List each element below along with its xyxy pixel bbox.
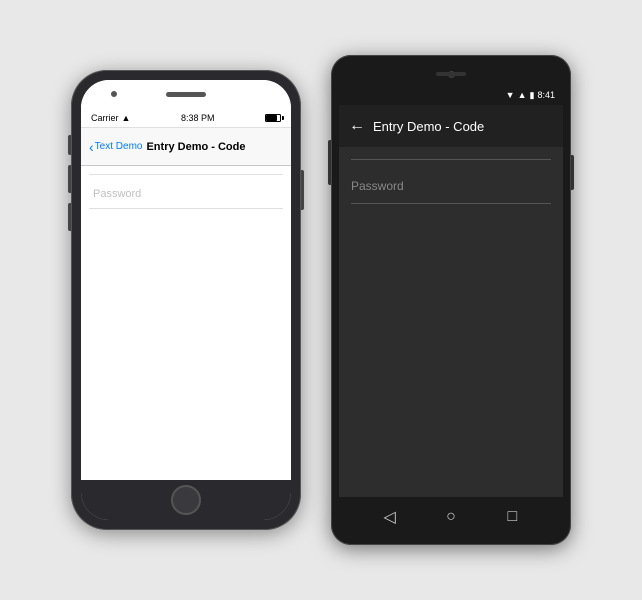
android-recent-nav-button[interactable]: □ [497,502,527,532]
ios-chevron-left-icon: ‹ [89,140,94,154]
android-top-divider [351,159,551,160]
ios-speaker [166,92,206,97]
ios-top-divider [89,174,283,175]
android-signal-icon: ▲ [518,90,527,100]
android-back-nav-button[interactable]: ◁ [375,502,405,532]
android-wifi-icon: ▼ [506,90,515,100]
ios-status-bar: Carrier ▲ 8:38 PM [81,108,291,128]
ios-nav-title: Entry Demo - Code [146,141,245,153]
android-battery-icon: ▮ [530,90,535,101]
android-home-nav-button[interactable]: ○ [436,502,466,532]
ios-wifi-icon: ▲ [122,113,131,123]
android-app-bar: ← Entry Demo - Code [339,105,563,147]
android-screen: ▼ ▲ ▮ 8:41 ← Entry Demo - Code Password … [339,63,563,537]
android-bottom-nav: ◁ ○ □ [339,497,563,537]
ios-password-placeholder: Password [93,188,141,200]
android-power-button[interactable] [571,155,574,190]
ios-status-left: Carrier ▲ [91,113,130,123]
android-volume-button[interactable] [328,140,331,185]
android-app-title: Entry Demo - Code [373,119,484,134]
android-password-field[interactable]: Password [351,168,551,204]
android-status-icons: ▼ ▲ ▮ 8:41 [506,90,555,101]
android-content: Password [339,147,563,497]
ios-carrier-label: Carrier [91,113,119,123]
ios-volume-up-button[interactable] [68,165,71,193]
ios-back-link-label[interactable]: Text Demo [95,141,143,152]
android-status-bar: ▼ ▲ ▮ 8:41 [339,85,563,105]
ios-volume-down-button[interactable] [68,203,71,231]
ios-time-label: 8:38 PM [181,113,215,123]
ios-back-button[interactable]: ‹ Text Demo [89,140,142,154]
ios-power-button[interactable] [301,170,304,210]
android-back-button[interactable]: ← [349,118,365,134]
ios-top-bar [81,80,291,108]
android-top-area [339,63,563,85]
android-phone: ▼ ▲ ▮ 8:41 ← Entry Demo - Code Password … [331,55,571,545]
ios-phone: Carrier ▲ 8:38 PM ‹ Text Demo Entry Demo… [71,70,301,530]
android-speaker [436,72,466,76]
android-time-label: 8:41 [537,90,555,100]
ios-nav-bar: ‹ Text Demo Entry Demo - Code [81,128,291,166]
ios-home-button-area [81,480,291,520]
ios-battery-icon [265,114,281,122]
ios-password-field[interactable]: Password [89,179,283,209]
ios-home-button[interactable] [171,485,201,515]
ios-screen: Carrier ▲ 8:38 PM ‹ Text Demo Entry Demo… [81,80,291,520]
ios-content: Password [81,166,291,480]
android-password-placeholder: Password [351,179,404,193]
ios-battery-area [265,114,281,122]
ios-camera-icon [111,91,117,97]
ios-mute-button[interactable] [68,135,71,155]
